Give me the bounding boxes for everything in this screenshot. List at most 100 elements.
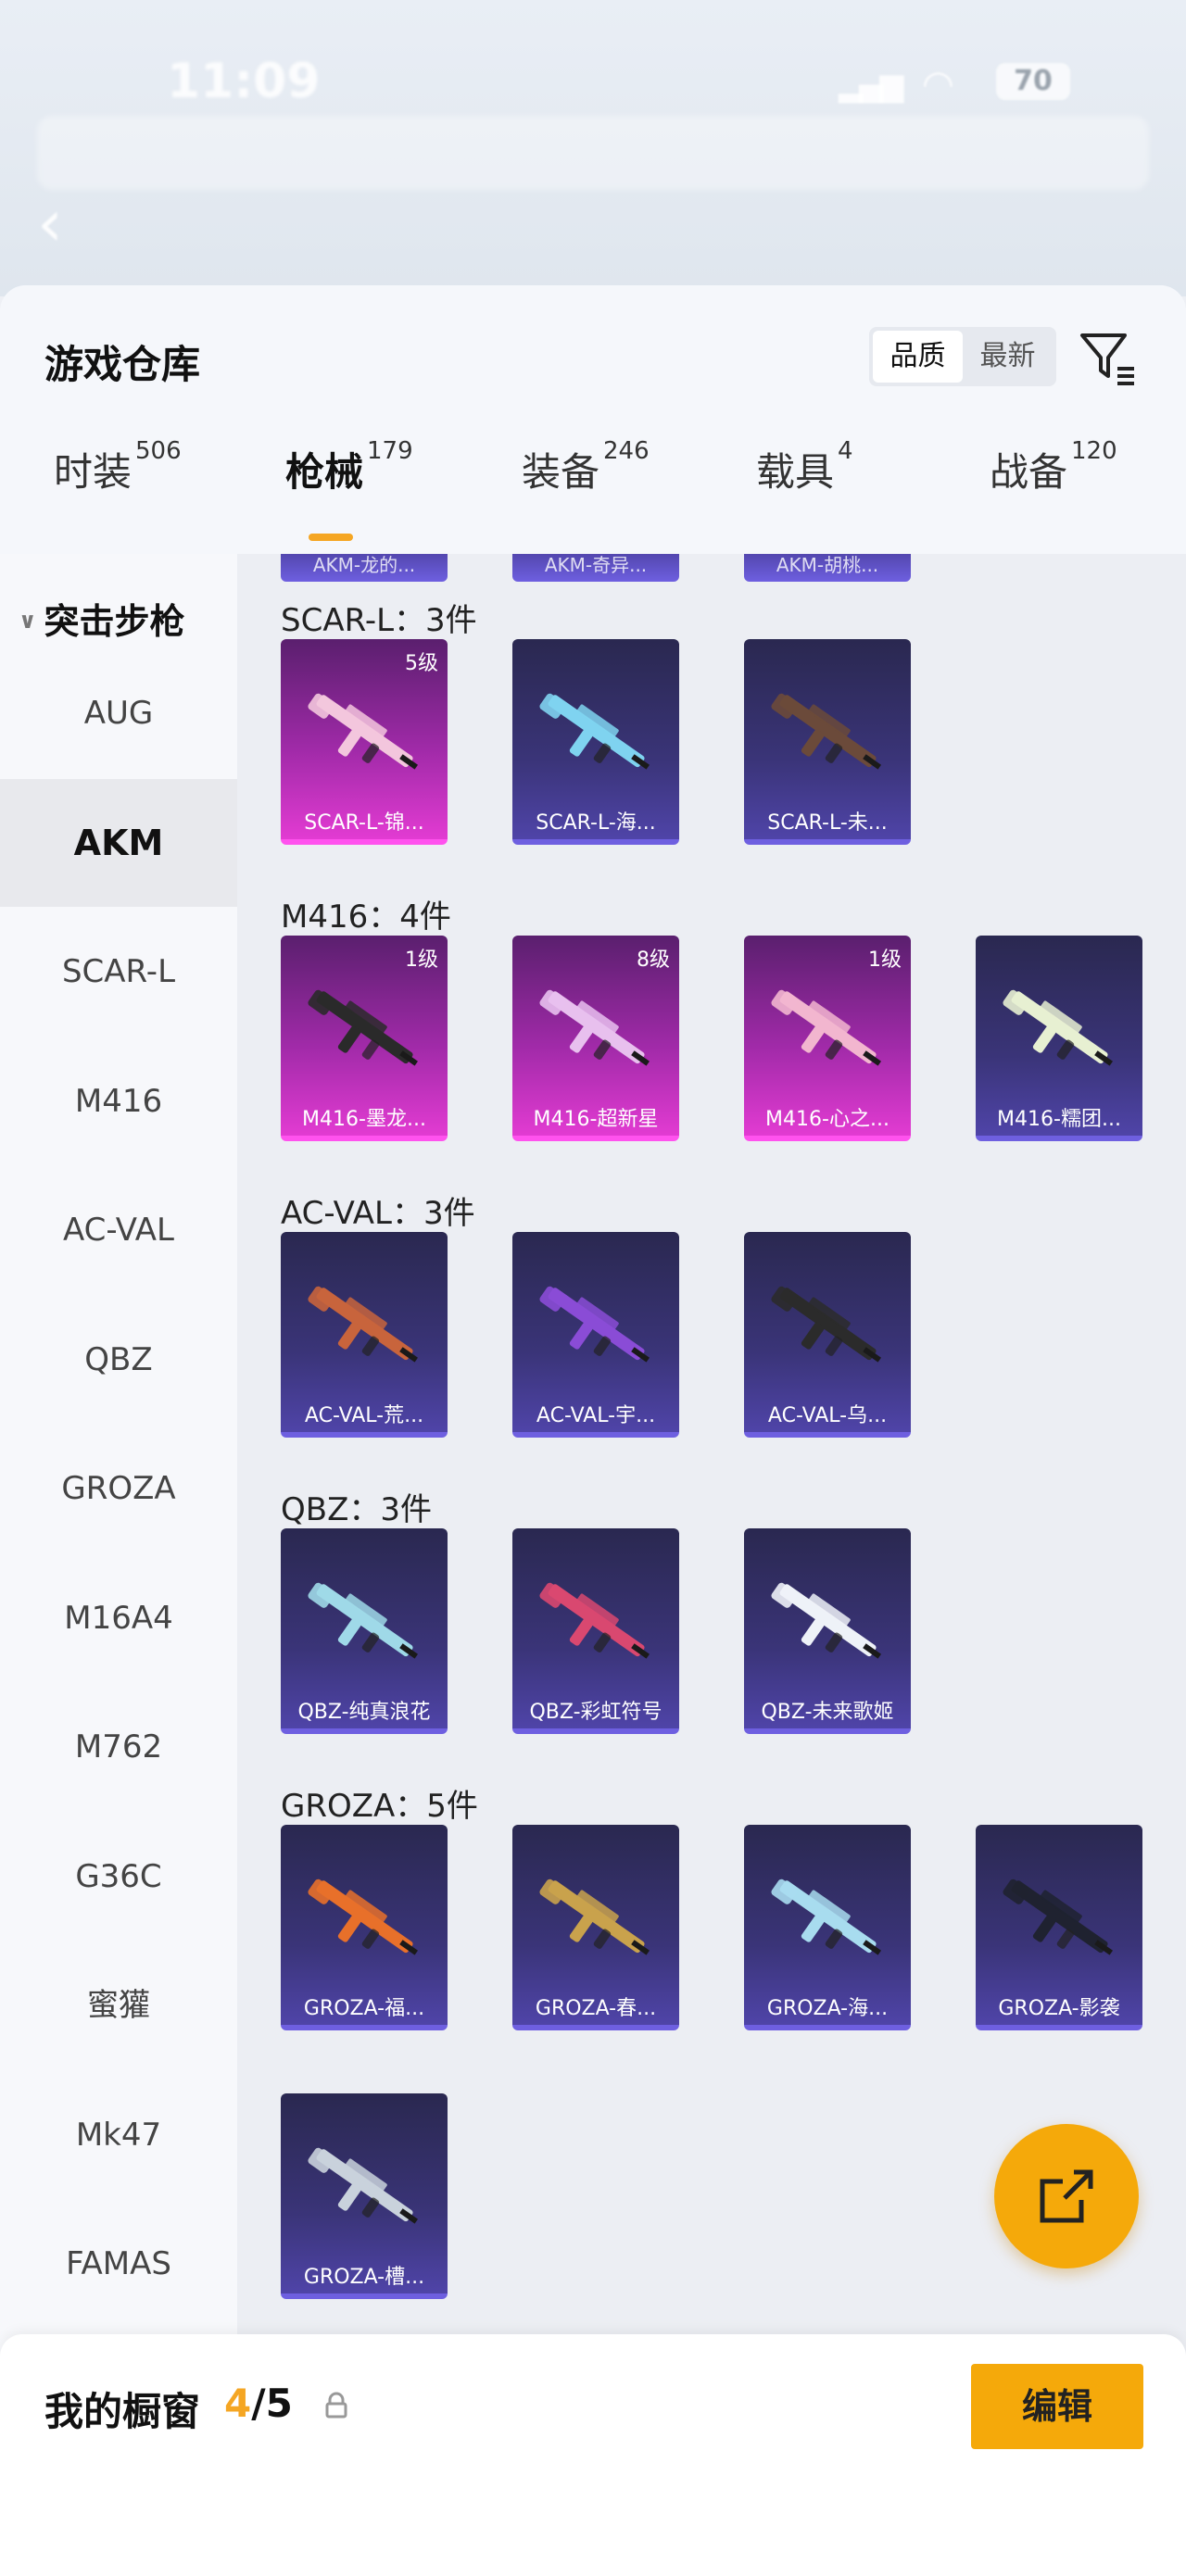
showcase-count: 4/5 — [224, 2381, 293, 2426]
weapon-card[interactable]: GROZA-福... — [281, 1825, 448, 2030]
weapon-card-name: QBZ-彩虹符号 — [529, 1701, 662, 1724]
gun-skin-image — [771, 1286, 881, 1363]
wifi-icon: ◠ — [922, 63, 954, 106]
weapon-card[interactable]: GROZA-槽... — [281, 2093, 448, 2299]
lock-icon — [325, 2392, 347, 2419]
weapon-card[interactable]: GROZA-影袭 — [976, 1825, 1142, 2030]
gun-skin-image — [539, 693, 650, 770]
section-title: GROZA：5件 — [281, 1788, 478, 1825]
showcase-label: 我的橱窗 — [44, 2389, 201, 2434]
gun-skin-image — [308, 2147, 418, 2224]
gun-skin-image — [771, 693, 881, 770]
weapon-card-name: SCAR-L-锦... — [304, 811, 424, 835]
weapon-card-name: AC-VAL-乌... — [767, 1404, 888, 1427]
sidebar-group-assault-rifles[interactable]: ∨ 突击步枪 — [19, 593, 185, 644]
weapon-card[interactable]: AC-VAL-荒... — [281, 1232, 448, 1438]
sidebar-item-scar-l[interactable]: SCAR-L — [0, 908, 237, 1036]
weapon-card-name: SCAR-L-未... — [767, 811, 888, 835]
weapon-card-name: M416-心之... — [765, 1108, 890, 1131]
gun-skin-image — [308, 1879, 418, 1955]
weapon-card[interactable]: M416-糯团... — [976, 936, 1142, 1141]
weapon-card-name: AC-VAL-宇... — [536, 1404, 656, 1427]
share-button[interactable] — [994, 2124, 1139, 2268]
signal-icon: ▂▄▆ — [839, 67, 903, 104]
weapon-card-name: GROZA-春... — [535, 1997, 657, 2020]
section-title: AC-VAL：3件 — [281, 1195, 475, 1232]
weapon-card-name: GROZA-槽... — [303, 2266, 425, 2289]
gun-skin-image — [308, 989, 418, 1066]
weapon-card[interactable]: SCAR-L-海... — [512, 639, 679, 845]
gun-skin-image — [308, 1582, 418, 1659]
weapon-card-name: QBZ-纯真浪花 — [297, 1701, 431, 1724]
level-badge: 5级 — [405, 652, 438, 675]
gun-skin-image — [539, 1582, 650, 1659]
sidebar-item-qbz[interactable]: QBZ — [0, 1296, 237, 1424]
sort-quality-button[interactable]: 品质 — [873, 331, 963, 383]
weapon-card[interactable]: 1级 M416-墨龙... — [281, 936, 448, 1141]
sidebar-item-ac-val[interactable]: AC-VAL — [0, 1166, 237, 1294]
section-title: SCAR-L：3件 — [281, 602, 477, 639]
sidebar-item-m16a4[interactable]: M16A4 — [0, 1554, 237, 1682]
tab-guns[interactable]: 枪械 179 — [285, 437, 413, 497]
gun-skin-image — [539, 1286, 650, 1363]
gun-skin-image — [1003, 989, 1113, 1066]
sidebar-item-aug[interactable]: AUG — [0, 649, 237, 777]
category-tabs: 时装 506 枪械 179 装备 246 载具 4 战备 120 — [0, 437, 1186, 534]
back-arrow-icon[interactable]: ‹ — [37, 185, 63, 261]
sort-newest-button[interactable]: 最新 — [963, 331, 1053, 383]
sidebar-item-famas[interactable]: FAMAS — [0, 2200, 237, 2328]
gun-skin-image — [771, 1582, 881, 1659]
sort-toggle[interactable]: 品质 最新 — [869, 327, 1056, 386]
weapon-card-name: GROZA-影袭 — [998, 1997, 1120, 2020]
weapon-card[interactable]: 1级 M416-心之... — [744, 936, 911, 1141]
gun-skin-image — [308, 1286, 418, 1363]
weapon-card[interactable]: 8级 M416-超新星 — [512, 936, 679, 1141]
tab-vehicles[interactable]: 载具 4 — [756, 437, 853, 497]
weapon-card-name: M416-超新星 — [533, 1108, 659, 1131]
weapon-card[interactable]: SCAR-L-未... — [744, 639, 911, 845]
weapon-card-partial[interactable]: AKM-奇异... — [512, 554, 679, 582]
weapon-card[interactable]: AC-VAL-乌... — [744, 1232, 911, 1438]
tab-fashion[interactable]: 时装 506 — [54, 437, 182, 497]
section-title: QBZ：3件 — [281, 1491, 433, 1528]
gun-skin-image — [308, 693, 418, 770]
sidebar-item-m762[interactable]: M762 — [0, 1683, 237, 1811]
weapon-card[interactable]: QBZ-未来歌姬 — [744, 1528, 911, 1734]
weapon-card-partial[interactable]: AKM-龙的... — [281, 554, 448, 582]
sidebar-item-蜜獾[interactable]: 蜜獾 — [0, 1941, 237, 2069]
weapon-card-name: M416-糯团... — [997, 1108, 1121, 1131]
page-title: 游戏仓库 — [44, 342, 201, 387]
sidebar-item-mk47[interactable]: Mk47 — [0, 2071, 237, 2199]
weapon-card-name: AC-VAL-荒... — [304, 1404, 424, 1427]
background-app-header: 11:09 ▂▄▆ ◠ 70 ‹ — [0, 0, 1186, 296]
sidebar-item-m416[interactable]: M416 — [0, 1037, 237, 1165]
weapon-card[interactable]: GROZA-春... — [512, 1825, 679, 2030]
active-tab-indicator — [309, 534, 353, 541]
tab-supplies[interactable]: 战备 120 — [990, 437, 1117, 497]
weapon-card[interactable]: QBZ-纯真浪花 — [281, 1528, 448, 1734]
showcase-bar: 我的橱窗 4/5 编辑 — [0, 2334, 1186, 2576]
gun-skin-image — [771, 989, 881, 1066]
level-badge: 8级 — [637, 949, 670, 972]
section-title: M416：4件 — [281, 898, 451, 936]
tab-equipment[interactable]: 装备 246 — [522, 437, 650, 497]
gun-skin-image — [771, 1879, 881, 1955]
gun-skin-image — [539, 989, 650, 1066]
weapon-card-name: GROZA-福... — [303, 1997, 425, 2020]
weapon-card[interactable]: GROZA-海... — [744, 1825, 911, 2030]
weapon-card-name: GROZA-海... — [766, 1997, 889, 2020]
sidebar-item-groza[interactable]: GROZA — [0, 1425, 237, 1552]
weapon-card-name: QBZ-未来歌姬 — [761, 1701, 894, 1724]
sidebar-item-akm[interactable]: AKM — [0, 778, 237, 907]
weapon-grid: AKM-龙的... AKM-奇异... AKM-胡桃... SCAR-L：3件 5级 S… — [237, 554, 1186, 2400]
weapon-card[interactable]: QBZ-彩虹符号 — [512, 1528, 679, 1734]
weapon-card[interactable]: 5级 SCAR-L-锦... — [281, 639, 448, 845]
weapon-card-name: SCAR-L-海... — [536, 811, 656, 835]
weapon-card[interactable]: AC-VAL-宇... — [512, 1232, 679, 1438]
status-time: 11:09 — [167, 54, 321, 109]
blurred-toolbar — [37, 116, 1149, 190]
sidebar-item-g36c[interactable]: G36C — [0, 1813, 237, 1941]
edit-button[interactable]: 编辑 — [971, 2364, 1143, 2449]
filter-icon[interactable] — [1077, 326, 1142, 391]
weapon-card-partial[interactable]: AKM-胡桃... — [744, 554, 911, 582]
